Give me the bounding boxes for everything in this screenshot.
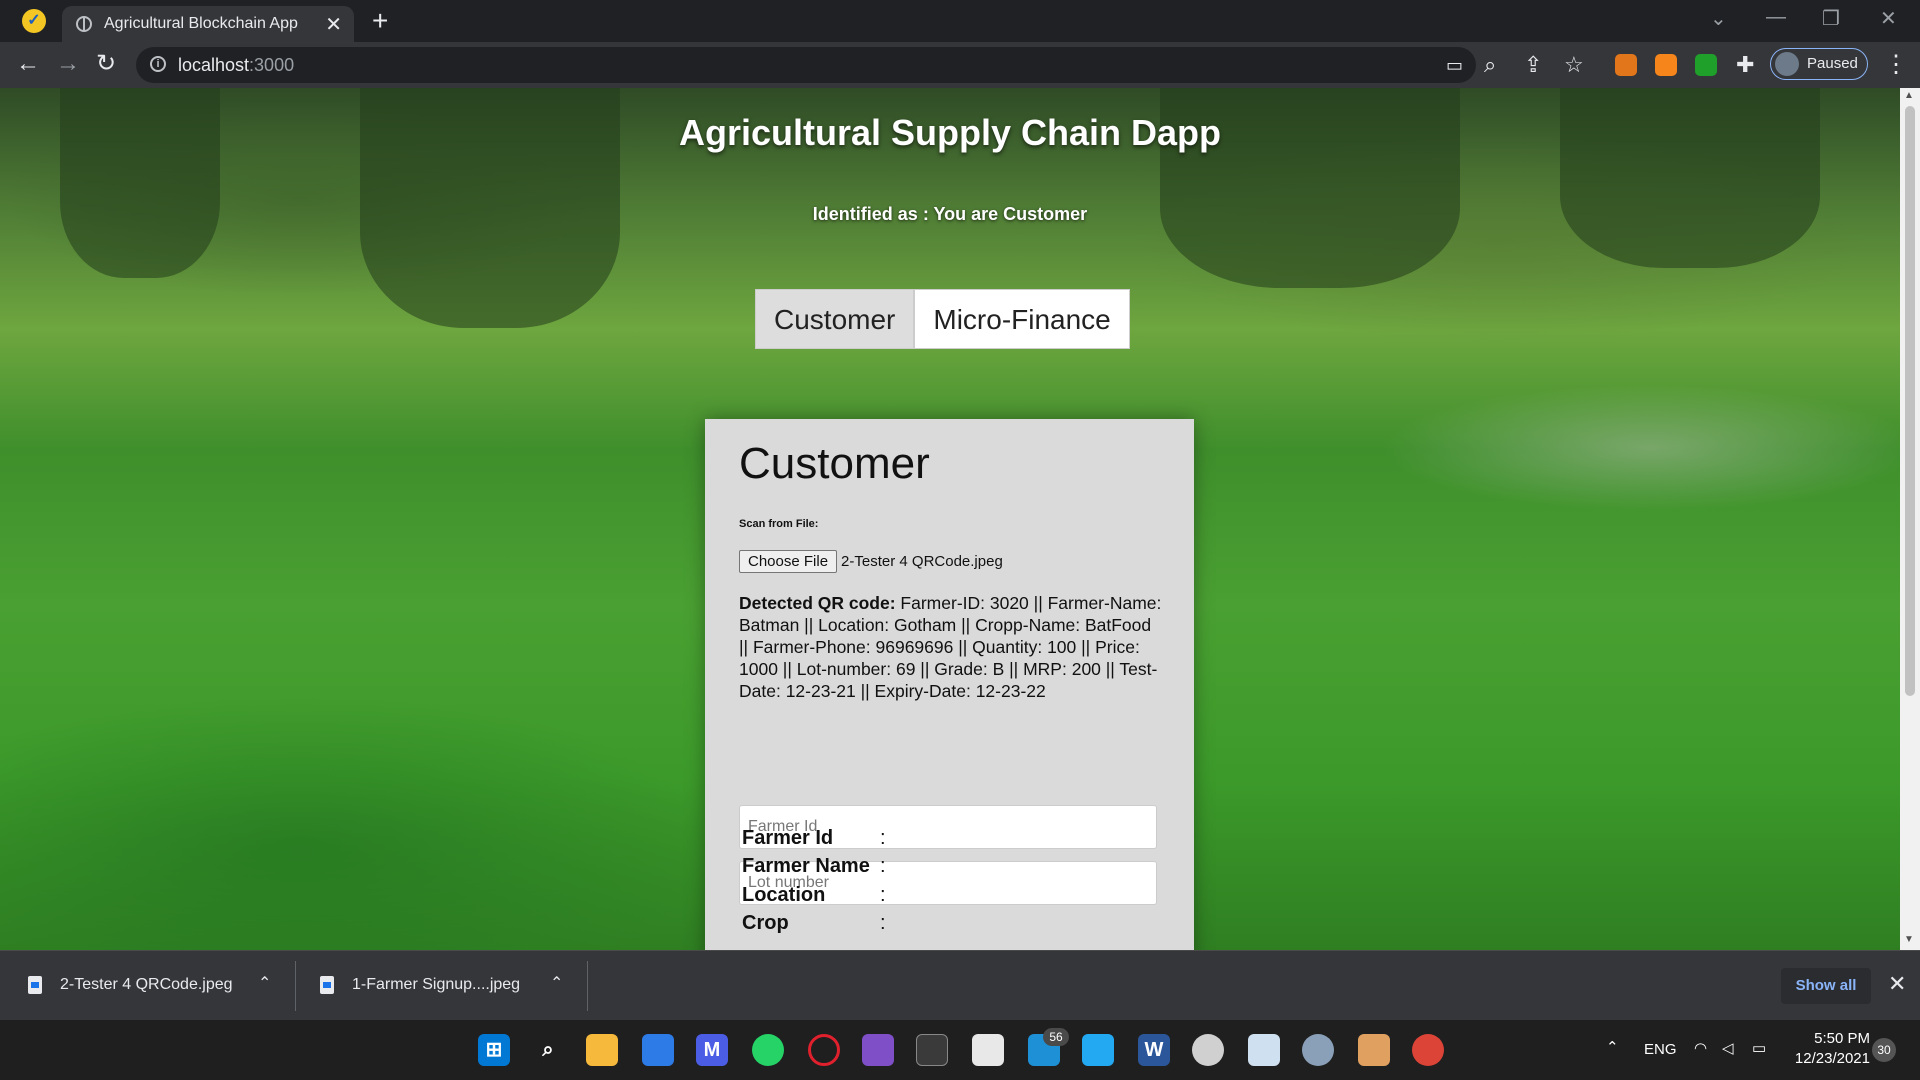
detail-row-crop: Crop : bbox=[742, 910, 900, 939]
volume-icon[interactable]: ◁ bbox=[1722, 1039, 1734, 1057]
detail-separator: : bbox=[880, 912, 886, 935]
restore-icon[interactable]: ❐ bbox=[1822, 6, 1840, 31]
wifi-icon[interactable]: ◠ bbox=[1694, 1039, 1707, 1057]
detail-separator: : bbox=[880, 855, 886, 878]
green-extension-icon[interactable] bbox=[1695, 54, 1717, 76]
detail-label: Farmer Id bbox=[742, 826, 834, 849]
browser-app-icon[interactable]: ✓ bbox=[22, 9, 46, 33]
profile-status: Paused bbox=[1807, 55, 1858, 72]
app-icon[interactable]: M bbox=[696, 1034, 728, 1066]
photos-icon[interactable] bbox=[1248, 1034, 1280, 1066]
detail-separator: : bbox=[880, 883, 886, 906]
tray-overflow-chevron-icon[interactable]: ⌃ bbox=[1606, 1038, 1619, 1056]
scroll-down-arrow-icon[interactable]: ▼ bbox=[1904, 934, 1914, 945]
scroll-up-arrow-icon[interactable]: ▲ bbox=[1904, 90, 1914, 101]
browser-tab-strip: ✓ Agricultural Blockchain App ✕ + ⌄ — ❐ … bbox=[0, 0, 1920, 42]
download-item[interactable]: 2-Tester 4 QRCode.jpeg ⌃ bbox=[0, 951, 295, 1021]
browser-toolbar: ← → ↻ i localhost:3000 ▭ ⌕ ⇪ ☆ ✚ Paused … bbox=[0, 42, 1920, 88]
clock-time[interactable]: 5:50 PM bbox=[1790, 1030, 1870, 1047]
share-icon[interactable]: ⇪ bbox=[1524, 52, 1542, 78]
chrome-icon[interactable] bbox=[1412, 1034, 1444, 1066]
chevron-up-icon[interactable]: ⌃ bbox=[258, 973, 271, 993]
detail-row-location: Location : bbox=[742, 881, 900, 910]
notification-center-badge[interactable]: 30 bbox=[1872, 1038, 1896, 1062]
tab-close-button[interactable]: ✕ bbox=[325, 12, 342, 37]
package-icon[interactable] bbox=[1358, 1034, 1390, 1066]
bookmark-star-icon[interactable]: ☆ bbox=[1564, 52, 1584, 78]
terminal-icon[interactable] bbox=[916, 1034, 948, 1066]
detail-label: Crop bbox=[742, 912, 789, 935]
url-text: localhost:3000 bbox=[178, 55, 295, 75]
menu-kebab-icon[interactable]: ⋮ bbox=[1884, 50, 1908, 79]
visual-studio-icon[interactable] bbox=[862, 1034, 894, 1066]
customer-card-overflow: Farmer Id : Farmer Name : Location : Cro… bbox=[705, 419, 1194, 950]
address-bar[interactable]: i localhost:3000 bbox=[136, 47, 1476, 83]
image-file-icon bbox=[28, 976, 42, 994]
back-arrow-icon[interactable]: ← bbox=[16, 50, 40, 78]
detail-label: Farmer Name bbox=[742, 855, 870, 878]
language-indicator[interactable]: ENG bbox=[1644, 1041, 1677, 1058]
detail-label: Location bbox=[742, 883, 826, 906]
download-file-name: 2-Tester 4 QRCode.jpeg bbox=[60, 976, 233, 993]
download-divider bbox=[587, 961, 588, 1011]
scrollbar-thumb[interactable] bbox=[1905, 106, 1915, 696]
notification-badge: 56 bbox=[1043, 1028, 1069, 1046]
detail-row-farmer-name: Farmer Name : bbox=[742, 853, 900, 882]
detail-row-farmer-id: Farmer Id : bbox=[742, 824, 900, 853]
zoom-icon[interactable]: ⌕ bbox=[1484, 52, 1496, 78]
download-file-name: 1-Farmer Signup....jpeg bbox=[352, 976, 521, 993]
clock-date[interactable]: 12/23/2021 bbox=[1790, 1050, 1870, 1067]
window-close-icon[interactable]: ✕ bbox=[1880, 6, 1897, 31]
tab-title: Agricultural Blockchain App bbox=[104, 15, 298, 32]
tab-micro-finance[interactable]: Micro-Finance bbox=[914, 289, 1130, 349]
chevron-up-icon[interactable]: ⌃ bbox=[550, 973, 563, 993]
role-tabs: Customer Micro-Finance bbox=[755, 289, 1130, 349]
metamask-extension-icon-2[interactable] bbox=[1655, 54, 1677, 76]
vscode-icon[interactable] bbox=[1082, 1034, 1114, 1066]
search-icon[interactable]: ⌕ bbox=[532, 1034, 564, 1066]
settings-gear-icon[interactable] bbox=[1302, 1034, 1334, 1066]
metamask-extension-icon[interactable] bbox=[1615, 54, 1637, 76]
page-scrollbar[interactable]: ▲ ▼ bbox=[1900, 88, 1920, 950]
avatar bbox=[1775, 52, 1799, 76]
app-circle-icon[interactable] bbox=[1192, 1034, 1224, 1066]
forward-arrow-icon[interactable]: → bbox=[56, 50, 80, 78]
extensions-puzzle-icon[interactable]: ✚ bbox=[1736, 52, 1754, 78]
image-file-icon bbox=[320, 976, 334, 994]
show-all-downloads-button[interactable]: Show all bbox=[1781, 968, 1871, 1004]
opera-icon[interactable] bbox=[808, 1034, 840, 1066]
snipping-tool-icon[interactable] bbox=[972, 1034, 1004, 1066]
close-shelf-icon[interactable]: ✕ bbox=[1888, 971, 1906, 997]
minimize-icon[interactable]: — bbox=[1766, 6, 1786, 29]
profile-button[interactable]: Paused bbox=[1770, 48, 1868, 80]
windows-taskbar: ⊞ ⌕ M 56 W ⌃ ENG ◠ ◁ ▭ 5:50 PM 12/23/202… bbox=[0, 1020, 1920, 1080]
mail-icon[interactable] bbox=[642, 1034, 674, 1066]
file-explorer-icon[interactable] bbox=[586, 1034, 618, 1066]
word-icon[interactable]: W bbox=[1138, 1034, 1170, 1066]
tab-search-icon[interactable]: ⌄ bbox=[1710, 6, 1727, 31]
download-item[interactable]: 1-Farmer Signup....jpeg ⌃ bbox=[292, 951, 587, 1021]
battery-icon[interactable]: ▭ bbox=[1752, 1039, 1766, 1057]
whatsapp-icon[interactable] bbox=[752, 1034, 784, 1066]
cast-blocked-icon[interactable]: ▭ bbox=[1446, 52, 1463, 78]
tab-customer[interactable]: Customer bbox=[755, 289, 915, 349]
browser-tab-active[interactable]: Agricultural Blockchain App ✕ bbox=[62, 6, 354, 42]
farmer-details-table: Farmer Id : Farmer Name : Location : Cro… bbox=[742, 824, 900, 938]
globe-icon bbox=[76, 16, 92, 32]
windows-start-icon[interactable]: ⊞ bbox=[478, 1034, 510, 1066]
page-title: Agricultural Supply Chain Dapp bbox=[678, 112, 1222, 153]
site-info-icon[interactable]: i bbox=[150, 56, 166, 72]
identity-text: Identified as : You are Customer bbox=[812, 204, 1088, 224]
new-tab-button[interactable]: + bbox=[372, 4, 388, 38]
download-shelf: 2-Tester 4 QRCode.jpeg ⌃ 1-Farmer Signup… bbox=[0, 950, 1920, 1020]
reload-icon[interactable]: ↻ bbox=[96, 50, 116, 78]
detail-separator: : bbox=[880, 826, 886, 849]
